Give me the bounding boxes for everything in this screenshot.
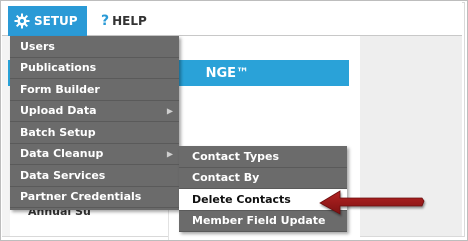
menu-item-label: Upload Data — [20, 104, 97, 118]
submenu-item-label: Delete Contacts — [192, 192, 291, 206]
red-arrow-icon — [319, 190, 425, 215]
menu-item-partner-credentials[interactable]: Partner Credentials — [10, 187, 179, 208]
menu-item-label: Data Services — [20, 168, 106, 182]
gear-icon — [14, 13, 30, 29]
setup-dropdown-menu: Users Publications Form Builder Upload D… — [10, 36, 179, 210]
menu-item-form-builder[interactable]: Form Builder — [10, 79, 179, 101]
menu-item-publications[interactable]: Publications — [10, 58, 179, 79]
help-label: HELP — [112, 14, 147, 28]
submenu-item-contact-types[interactable]: Contact Types — [179, 146, 347, 168]
menu-item-label: Data Cleanup — [20, 147, 104, 161]
menu-item-label: Publications — [20, 61, 97, 75]
menu-item-label: Form Builder — [20, 82, 100, 96]
menu-item-users[interactable]: Users — [10, 36, 179, 58]
setup-label: SETUP — [34, 14, 78, 28]
submenu-item-label: Member Field Update — [192, 214, 326, 228]
submenu-item-label: Contact By — [192, 171, 260, 185]
menu-item-data-cleanup[interactable]: Data Cleanup ▶ — [10, 144, 179, 165]
setup-menu-button[interactable]: SETUP — [8, 6, 87, 36]
triangle-right-icon: ▶ — [166, 149, 173, 159]
menu-item-label: Batch Setup — [20, 125, 96, 139]
menu-item-label: Users — [20, 39, 55, 53]
menu-item-label: Partner Credentials — [20, 190, 142, 204]
menu-item-batch-setup[interactable]: Batch Setup — [10, 122, 179, 144]
submenu-item-label: Contact Types — [192, 149, 280, 163]
menu-item-upload-data[interactable]: Upload Data ▶ — [10, 101, 179, 122]
banner-text: NGE™ — [205, 65, 249, 81]
triangle-right-icon: ▶ — [166, 106, 173, 116]
menu-item-data-services[interactable]: Data Services — [10, 165, 179, 187]
question-icon: ? — [101, 13, 110, 29]
help-menu-button[interactable]: ? HELP — [101, 12, 147, 30]
